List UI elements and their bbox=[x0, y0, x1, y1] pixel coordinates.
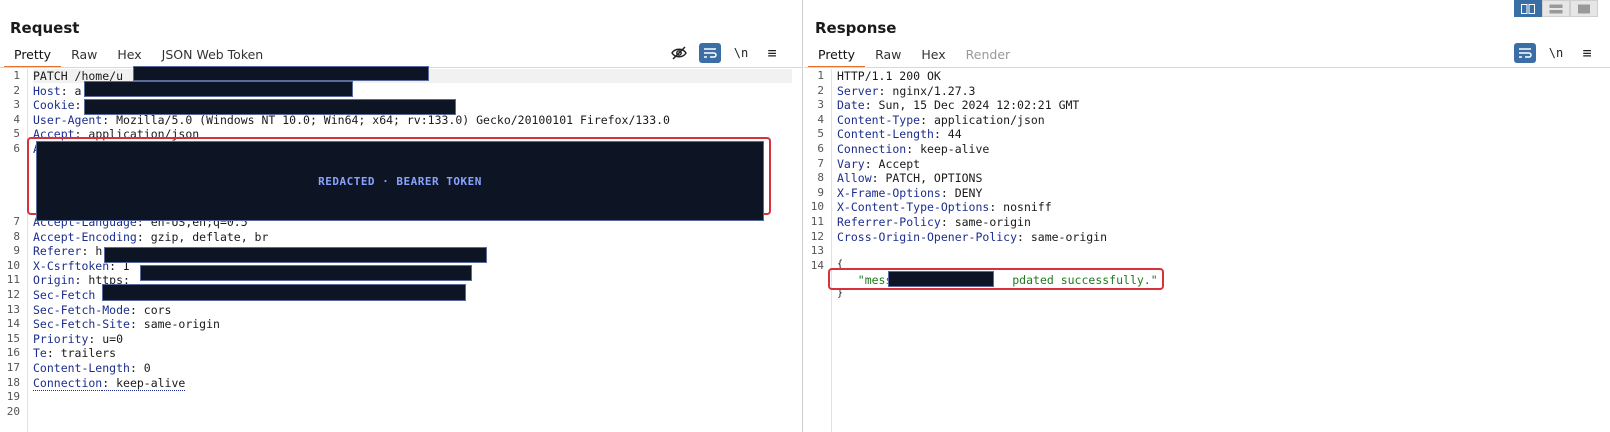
request-line: Cookie: bbox=[33, 98, 82, 113]
redaction-bar bbox=[84, 99, 456, 115]
line-number: 13 bbox=[810, 244, 824, 258]
line-number: 7 bbox=[817, 156, 824, 170]
response-line: Server: nginx/1.27.3 bbox=[837, 83, 976, 98]
line-number: 12 bbox=[810, 229, 824, 243]
line-number: 7 bbox=[13, 215, 20, 228]
response-title: Response bbox=[815, 19, 897, 37]
line-number: 5 bbox=[817, 127, 824, 141]
request-tabs: Pretty Raw Hex JSON Web Token bbox=[4, 46, 273, 68]
response-line: X-Frame-Options: DENY bbox=[837, 185, 983, 200]
request-title: Request bbox=[10, 19, 80, 37]
line-number: 17 bbox=[6, 361, 20, 374]
wrap-lines-icon[interactable] bbox=[1514, 43, 1536, 63]
line-number: 12 bbox=[6, 288, 20, 301]
split-view-icon[interactable] bbox=[1514, 0, 1542, 17]
response-toolbar: \n ≡ bbox=[1505, 43, 1598, 63]
line-number: 1 bbox=[817, 69, 824, 82]
response-line: X-Content-Type-Options: nosniff bbox=[837, 200, 1052, 215]
line-number: 6 bbox=[817, 142, 824, 155]
line-number: 11 bbox=[810, 215, 824, 228]
line-number: 13 bbox=[6, 302, 20, 316]
line-number: 15 bbox=[6, 331, 20, 345]
line-number: 5 bbox=[13, 127, 20, 141]
line-number: 20 bbox=[6, 404, 20, 418]
response-pane: Response Pretty Raw Hex Render \n ≡ 1 2 … bbox=[804, 0, 1610, 432]
request-editor[interactable]: 1 2 3 4 5 6 7 8 9 10 11 12 13 14 15 16 1… bbox=[0, 66, 802, 432]
request-line: Sec-Fetch-Site: same-origin bbox=[33, 317, 220, 332]
newline-icon[interactable]: \n bbox=[1545, 43, 1567, 63]
line-number: 8 bbox=[817, 171, 824, 185]
tab-hex[interactable]: Hex bbox=[107, 46, 151, 68]
line-number: 4 bbox=[817, 112, 824, 126]
redaction-bar bbox=[140, 265, 472, 281]
highlight-box bbox=[828, 268, 1164, 290]
line-number: 14 bbox=[6, 317, 20, 331]
line-number: 19 bbox=[6, 390, 20, 404]
tab-raw[interactable]: Raw bbox=[865, 46, 911, 68]
request-line: Te: trailers bbox=[33, 346, 117, 361]
redaction-bar bbox=[104, 247, 487, 263]
redaction-bar bbox=[133, 66, 429, 81]
request-line: Accept-Encoding: gzip, deflate, br bbox=[33, 229, 269, 244]
response-line: Content-Length: 44 bbox=[837, 127, 962, 142]
request-line: Priority: u=0 bbox=[33, 331, 124, 346]
line-gutter: 1 2 3 4 5 6 7 8 9 10 11 12 13 14 15 16 1… bbox=[0, 69, 28, 432]
tab-pretty[interactable]: Pretty bbox=[808, 46, 866, 68]
response-tabs: Pretty Raw Hex Render bbox=[808, 46, 1020, 68]
line-number: 3 bbox=[817, 98, 824, 112]
tab-json-web-token[interactable]: JSON Web Token bbox=[152, 46, 274, 68]
response-line: Vary: Accept bbox=[837, 156, 921, 171]
request-line: Sec-Fetch bbox=[33, 288, 96, 302]
line-number: 8 bbox=[13, 229, 20, 243]
response-line: HTTP/1.1 200 OK bbox=[837, 69, 941, 83]
redaction-bar bbox=[888, 271, 994, 287]
redacted-token: REDACTED · BEARER TOKEN bbox=[36, 141, 764, 221]
line-number: 3 bbox=[13, 98, 20, 112]
request-line: Connection: keep-alive bbox=[33, 375, 186, 391]
tab-raw[interactable]: Raw bbox=[61, 46, 107, 68]
response-line: Date: Sun, 15 Dec 2024 12:02:21 GMT bbox=[837, 98, 1080, 113]
line-number: 2 bbox=[13, 83, 20, 97]
request-line: Referer: h bbox=[33, 244, 103, 259]
line-gutter: 1 2 3 4 5 6 7 8 9 10 11 12 13 14 bbox=[804, 69, 832, 432]
request-line: Content-Length: 0 bbox=[33, 361, 151, 375]
menu-icon[interactable]: ≡ bbox=[1576, 43, 1598, 63]
tab-pretty[interactable]: Pretty bbox=[4, 46, 62, 68]
response-line: Connection: keep-alive bbox=[837, 142, 990, 156]
horizontal-view-icon[interactable] bbox=[1542, 0, 1570, 17]
redaction-bar bbox=[84, 81, 353, 97]
response-line: Cross-Origin-Opener-Policy: same-origin bbox=[837, 229, 1108, 244]
line-number: 1 bbox=[13, 69, 20, 82]
tab-render[interactable]: Render bbox=[956, 46, 1021, 68]
response-line: Referrer-Policy: same-origin bbox=[837, 215, 1031, 229]
line-number: 2 bbox=[817, 83, 824, 97]
response-editor[interactable]: 1 2 3 4 5 6 7 8 9 10 11 12 13 14 HTTP/1.… bbox=[804, 69, 1610, 432]
wrap-lines-icon[interactable] bbox=[699, 43, 721, 63]
response-line: Allow: PATCH, OPTIONS bbox=[837, 171, 983, 186]
request-toolbar: \n ≡ bbox=[659, 43, 783, 63]
tabs-divider bbox=[804, 67, 1610, 68]
line-number: 10 bbox=[810, 200, 824, 214]
request-pane: Request Pretty Raw Hex JSON Web Token \n… bbox=[0, 0, 803, 432]
line-number: 14 bbox=[810, 258, 824, 272]
line-number: 16 bbox=[6, 346, 20, 360]
line-number: 9 bbox=[13, 244, 20, 258]
line-number: 18 bbox=[6, 375, 20, 389]
response-line: Content-Type: application/json bbox=[837, 112, 1045, 127]
menu-icon[interactable]: ≡ bbox=[761, 43, 783, 63]
newline-icon[interactable]: \n bbox=[730, 43, 752, 63]
line-number: 9 bbox=[817, 185, 824, 199]
tab-hex[interactable]: Hex bbox=[911, 46, 955, 68]
redaction-label: REDACTED · BEARER TOKEN bbox=[318, 175, 482, 188]
request-line: Sec-Fetch-Mode: cors bbox=[33, 302, 172, 317]
line-number: 11 bbox=[6, 273, 20, 287]
single-view-icon[interactable] bbox=[1570, 0, 1598, 17]
line-number: 10 bbox=[6, 258, 20, 272]
redaction-bar bbox=[102, 284, 466, 301]
line-number: 4 bbox=[13, 112, 20, 126]
line-number: 6 bbox=[13, 142, 20, 155]
hide-icon[interactable] bbox=[668, 43, 690, 63]
layout-switch bbox=[1514, 0, 1598, 17]
request-line: Host: a bbox=[33, 83, 82, 98]
